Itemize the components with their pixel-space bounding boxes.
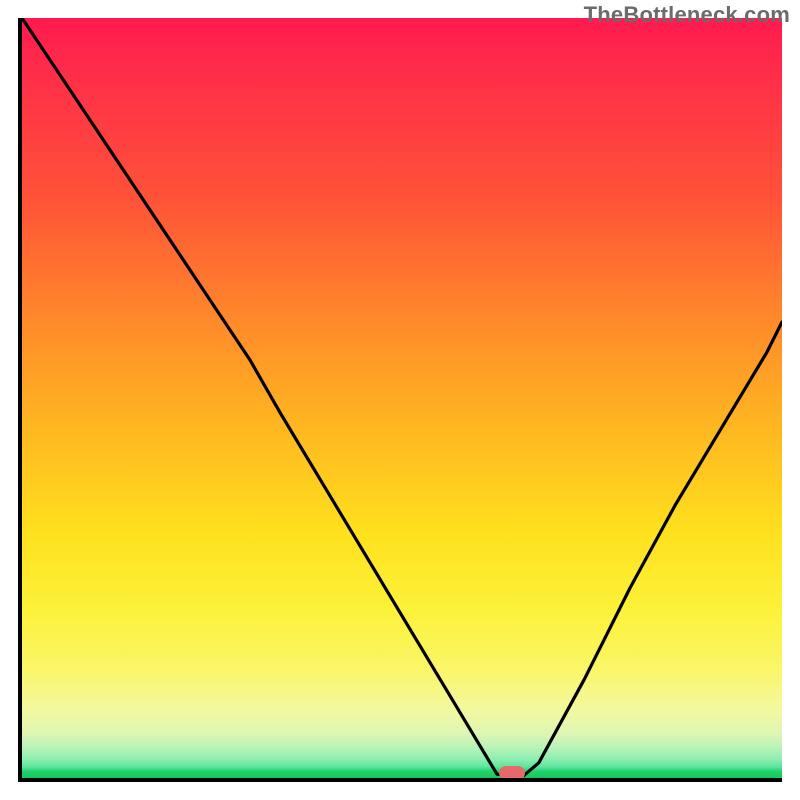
optimal-marker: [499, 766, 525, 780]
curve-svg: [22, 18, 782, 778]
plot-area: [18, 18, 782, 782]
chart-container: TheBottleneck.com: [0, 0, 800, 800]
watermark-text: TheBottleneck.com: [584, 2, 790, 28]
bottleneck-curve: [22, 18, 782, 776]
